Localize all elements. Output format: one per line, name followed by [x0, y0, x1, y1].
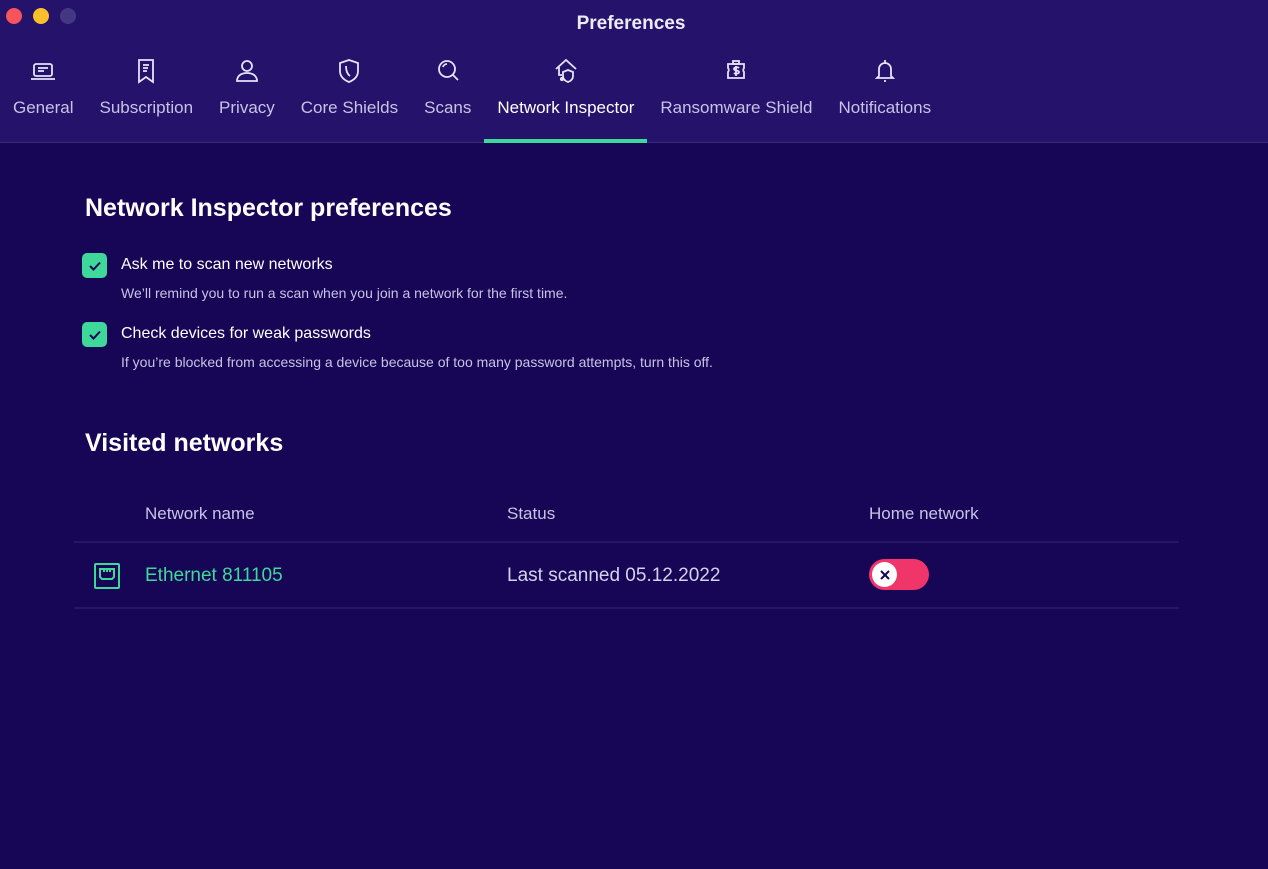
column-status: Status — [507, 504, 556, 523]
ransomware-dollar-icon — [723, 56, 749, 86]
user-icon — [234, 56, 260, 86]
tab-ransomware-shield[interactable]: Ransomware Shield — [647, 54, 825, 143]
network-status: Last scanned 05.12.2022 — [507, 565, 721, 586]
tab-label: Privacy — [219, 98, 275, 117]
option-description: We’ll remind you to run a scan when you … — [121, 285, 568, 301]
tab-label: Ransomware Shield — [660, 98, 813, 117]
tab-label: Core Shields — [300, 98, 399, 117]
preferences-tabs: General Subscription Privacy Core Shield… — [0, 54, 944, 143]
title-bar: Preferences General Subscription Privacy… — [0, 0, 1268, 143]
home-network-toggle[interactable] — [869, 559, 929, 590]
toggle-knob — [872, 562, 897, 587]
window-title: Preferences — [576, 13, 686, 34]
visited-networks-heading: Visited networks — [85, 429, 284, 457]
network-name[interactable]: Ethernet 811105 — [145, 565, 283, 587]
tab-label: Notifications — [838, 98, 932, 117]
laptop-icon — [30, 56, 56, 86]
visited-networks-table: Network name Status Home network Etherne… — [74, 495, 1179, 609]
checkmark-icon — [88, 261, 101, 271]
tab-subscription[interactable]: Subscription — [86, 54, 206, 143]
option-description: If you’re blocked from accessing a devic… — [121, 354, 713, 370]
tab-network-inspector[interactable]: Network Inspector — [484, 54, 648, 143]
close-icon — [879, 569, 890, 580]
preferences-heading: Network Inspector preferences — [85, 194, 452, 222]
column-home-network: Home network — [869, 504, 979, 523]
weak-passwords-checkbox[interactable] — [82, 322, 107, 347]
tab-core-shields[interactable]: Core Shields — [288, 54, 411, 143]
search-icon — [435, 56, 461, 86]
bell-icon — [872, 56, 898, 86]
tab-label: General — [13, 98, 74, 117]
tab-general[interactable]: General — [0, 54, 86, 143]
checkmark-icon — [88, 330, 101, 340]
column-network-name: Network name — [145, 504, 255, 523]
shield-icon — [336, 56, 362, 86]
tab-privacy[interactable]: Privacy — [206, 54, 288, 143]
receipt-bookmark-icon — [133, 56, 159, 86]
tab-label: Network Inspector — [497, 98, 635, 117]
tab-scans[interactable]: Scans — [411, 54, 484, 143]
tab-notifications[interactable]: Notifications — [826, 54, 945, 143]
table-row: Ethernet 811105 Last scanned 05.12.2022 — [74, 543, 1179, 609]
option-label: Ask me to scan new networks — [121, 256, 333, 273]
tab-label: Scans — [424, 98, 472, 117]
option-label: Check devices for weak passwords — [121, 325, 371, 342]
tab-label: Subscription — [99, 98, 194, 117]
ethernet-icon — [94, 563, 120, 589]
home-network-shield-icon — [553, 56, 579, 86]
table-header: Network name Status Home network — [74, 495, 1179, 543]
scan-new-networks-checkbox[interactable] — [82, 253, 107, 278]
